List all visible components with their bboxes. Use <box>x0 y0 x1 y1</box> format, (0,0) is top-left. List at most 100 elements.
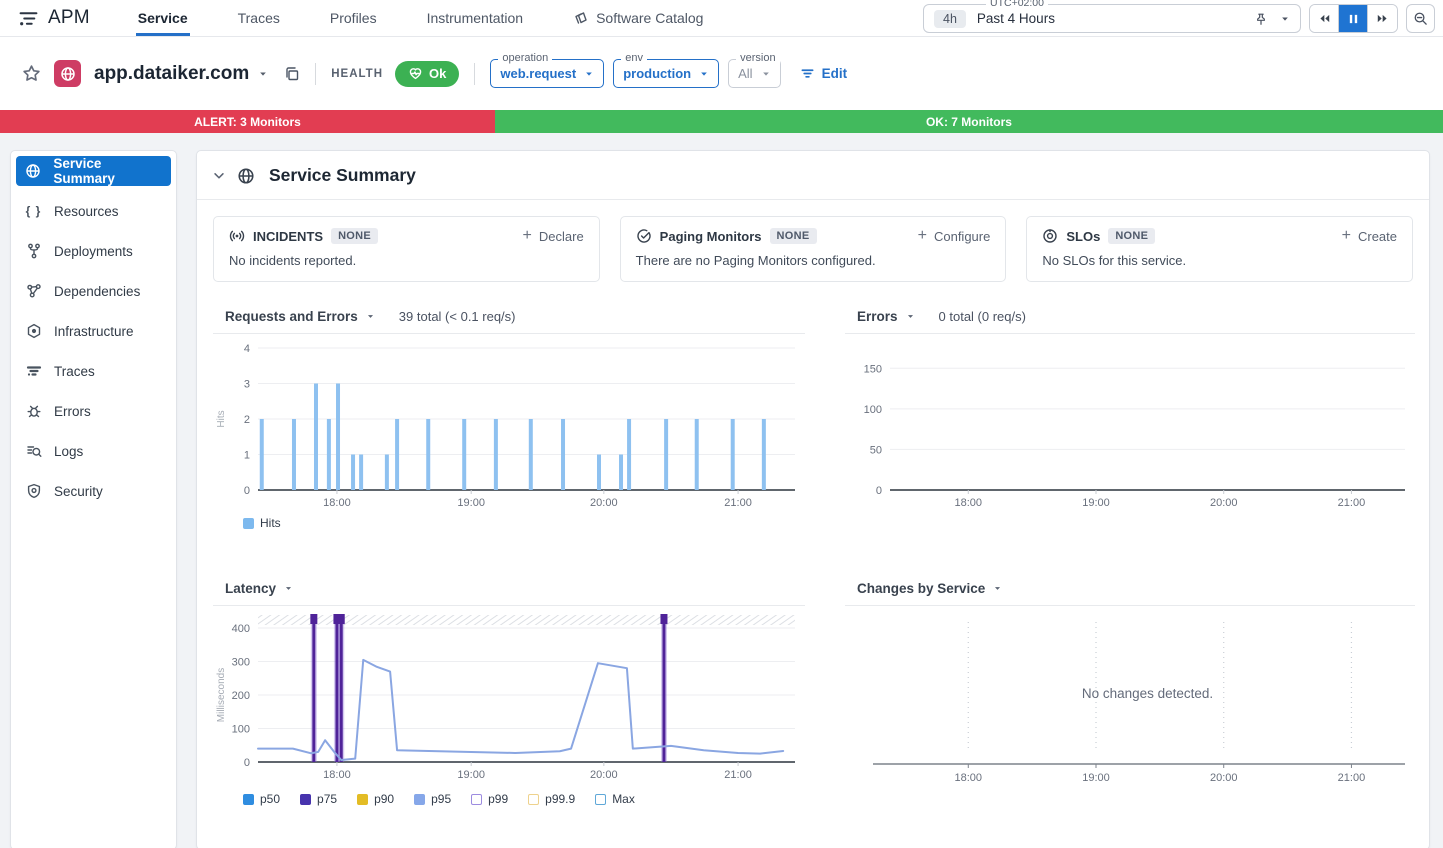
edit-button[interactable]: Edit <box>800 66 848 81</box>
filter-operation[interactable]: operationweb.request <box>490 59 604 88</box>
pause-button[interactable] <box>1339 5 1368 32</box>
sidebar: Service Summary { }Resources Deployments De… <box>10 150 177 848</box>
sidebar-item-traces[interactable]: Traces <box>16 356 171 386</box>
tab-software-catalog[interactable]: Software Catalog <box>571 0 705 36</box>
legend-label: p50 <box>260 792 280 806</box>
filter-lines-icon <box>800 66 815 81</box>
requests-and-errors-chart: Requests and Errors 39 total (< 0.1 req/… <box>213 309 805 530</box>
svg-text:19:00: 19:00 <box>1082 772 1110 784</box>
chevron-down-icon[interactable] <box>906 312 915 321</box>
chart-title[interactable]: Requests and Errors <box>225 309 358 324</box>
configure-button[interactable]: +Configure <box>918 228 991 244</box>
sidebar-item-security[interactable]: Security <box>16 476 171 506</box>
monitor-segment-alert[interactable]: ALERT: 3 Monitors <box>0 110 495 133</box>
chart-summary: 39 total (< 0.1 req/s) <box>399 309 516 324</box>
zoom-out-button[interactable] <box>1406 4 1435 33</box>
tab-label: Software Catalog <box>596 10 703 26</box>
step-back-button[interactable] <box>1310 5 1339 32</box>
legend-label: p99.9 <box>545 792 575 806</box>
legend-item-hits[interactable]: Hits <box>243 516 281 530</box>
health-label: HEALTH <box>331 68 383 80</box>
bug-icon <box>25 403 42 419</box>
legend-item-p75[interactable]: p75 <box>300 792 337 806</box>
time-duration-chip[interactable]: 4h <box>934 10 966 28</box>
chevron-down-icon[interactable] <box>366 312 375 321</box>
monitor-segment-label: OK: 7 Monitors <box>926 115 1012 129</box>
legend-item-p99[interactable]: p99 <box>471 792 508 806</box>
legend-item-max[interactable]: Max <box>595 792 635 806</box>
sidebar-item-dependencies[interactable]: Dependencies <box>16 276 171 306</box>
plus-icon: + <box>1342 228 1351 244</box>
chart-title[interactable]: Errors <box>857 309 898 324</box>
svg-text:18:00: 18:00 <box>323 497 351 508</box>
security-icon <box>25 483 42 499</box>
legend-swatch <box>243 794 254 805</box>
legend-label: p75 <box>317 792 337 806</box>
favorite-star-icon[interactable] <box>22 64 41 83</box>
apm-logo[interactable]: APM <box>10 0 98 36</box>
chevron-down-icon[interactable] <box>284 584 293 593</box>
errors-chart-plot[interactable]: 05010015018:0019:0020:0021:00 <box>845 334 1415 508</box>
sidebar-item-errors[interactable]: Errors <box>16 396 171 426</box>
panel-title: Service Summary <box>269 165 416 186</box>
pin-icon[interactable] <box>1254 12 1268 26</box>
tab-service[interactable]: Service <box>136 0 190 36</box>
legend-item-p99-9[interactable]: p99.9 <box>528 792 575 806</box>
chart-title[interactable]: Changes by Service <box>857 581 985 596</box>
tab-profiles[interactable]: Profiles <box>328 0 379 36</box>
chevron-down-icon[interactable] <box>1280 14 1290 24</box>
collapse-chevron-icon[interactable] <box>212 169 226 183</box>
legend-swatch <box>595 794 606 805</box>
filter-value: web.request <box>500 66 576 81</box>
legend-item-p50[interactable]: p50 <box>243 792 280 806</box>
create-button[interactable]: +Create <box>1342 228 1397 244</box>
dependencies-icon <box>25 283 42 299</box>
pause-icon <box>1348 13 1359 25</box>
legend-swatch <box>243 518 254 529</box>
globe-icon <box>25 163 41 179</box>
sidebar-item-label: Traces <box>54 364 95 379</box>
requests-chart-plot[interactable]: 01234Hits18:0019:0020:0021:00 <box>213 334 805 508</box>
svg-text:100: 100 <box>232 724 250 736</box>
monitor-segment-ok[interactable]: OK: 7 Monitors <box>495 110 1443 133</box>
svg-text:19:00: 19:00 <box>457 497 485 508</box>
sidebar-item-resources[interactable]: { }Resources <box>16 196 171 226</box>
monitor-status-bar: ALERT: 3 Monitors OK: 7 Monitors <box>0 110 1443 133</box>
svg-text:Hits: Hits <box>216 410 227 427</box>
sidebar-item-logs[interactable]: Logs <box>16 436 171 466</box>
incident-icon <box>229 228 245 244</box>
sidebar-item-infrastructure[interactable]: Infrastructure <box>16 316 171 346</box>
copy-icon[interactable] <box>284 66 300 82</box>
declare-button[interactable]: +Declare <box>523 228 584 244</box>
nav-tabs: Service Traces Profiles Instrumentation Soft… <box>136 0 752 36</box>
legend-item-p90[interactable]: p90 <box>357 792 394 806</box>
chevron-down-icon[interactable] <box>993 584 1002 593</box>
errors-chart: Errors 0 total (0 req/s) 05010015018:001… <box>845 309 1415 508</box>
sidebar-item-label: Errors <box>54 404 91 419</box>
latency-chart-plot[interactable]: 0100200300400Milliseconds18:0019:0020:00… <box>213 606 805 784</box>
filter-version[interactable]: versionAll <box>728 59 780 88</box>
sidebar-item-deployments[interactable]: Deployments <box>16 236 171 266</box>
service-caret-icon[interactable] <box>258 69 268 79</box>
time-range-selector[interactable]: UTC+02:00 4h Past 4 Hours <box>923 4 1301 33</box>
step-forward-button[interactable] <box>1368 5 1397 32</box>
tab-label: Instrumentation <box>427 10 524 26</box>
zoom-out-icon <box>1413 11 1428 26</box>
card-title: INCIDENTS <box>253 229 323 244</box>
tab-traces[interactable]: Traces <box>236 0 282 36</box>
tab-instrumentation[interactable]: Instrumentation <box>425 0 526 36</box>
panel-header: Service Summary <box>197 151 1429 200</box>
action-label: Configure <box>934 229 990 244</box>
changes-by-service-chart: Changes by Service 18:0019:0020:0021:00N… <box>845 581 1415 784</box>
chevron-down-icon <box>761 69 771 79</box>
sidebar-item-label: Service Summary <box>53 156 162 186</box>
changes-chart-plot[interactable]: 18:0019:0020:0021:00No changes detected. <box>845 606 1415 784</box>
svg-text:4: 4 <box>244 343 250 355</box>
chart-title[interactable]: Latency <box>225 581 276 596</box>
chevron-down-icon <box>699 69 709 79</box>
legend-item-p95[interactable]: p95 <box>414 792 451 806</box>
svg-text:150: 150 <box>864 363 882 375</box>
filter-env[interactable]: envproduction <box>613 59 719 88</box>
sidebar-item-service-summary[interactable]: Service Summary <box>16 156 171 186</box>
health-status-badge[interactable]: Ok <box>395 61 459 87</box>
